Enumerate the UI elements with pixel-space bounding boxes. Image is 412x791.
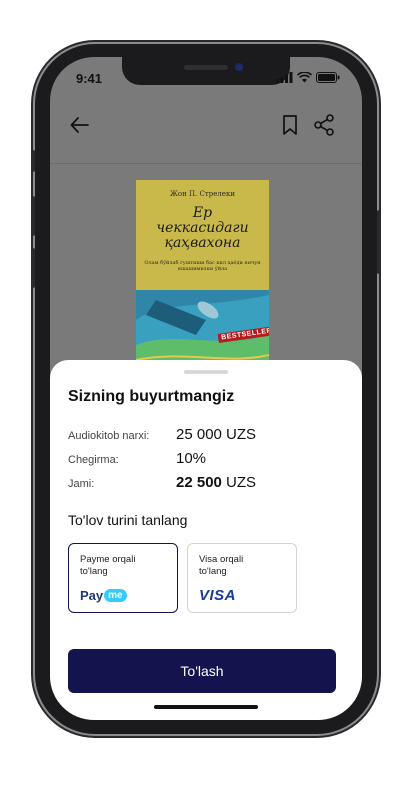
battery-icon	[316, 72, 340, 83]
status-time: 9:41	[76, 71, 103, 86]
order-title: Sizning buyurtmangiz	[68, 388, 235, 405]
total-label: Jami:	[68, 478, 95, 490]
book-title-line-1: Ер	[192, 205, 213, 221]
price-value: 25 000 UZS	[176, 426, 257, 443]
screen: 9:41 Жон П. Стрелеки Ер чеккасидаги қаҳв…	[50, 57, 362, 720]
total-amount: 22 500	[176, 474, 222, 491]
mute-switch	[31, 150, 35, 172]
sheet-grabber[interactable]	[184, 370, 228, 374]
payme-label-line-1: Payme orqali	[80, 554, 136, 565]
payme-logo-pill: me	[104, 589, 127, 602]
status-icons	[276, 72, 340, 83]
total-row: Jami: 22 500 UZS	[68, 474, 348, 494]
signal-icon	[276, 72, 293, 83]
payment-section-title: To'lov turini tanlang	[68, 512, 188, 528]
visa-label-line-2: to'lang	[199, 566, 227, 577]
price-label: Audiokitob narxi:	[68, 430, 150, 442]
share-icon[interactable]	[312, 113, 336, 137]
payme-logo: Pay me	[80, 588, 127, 603]
book-cover: Жон П. Стрелеки Ер чеккасидаги қаҳвахона…	[136, 180, 269, 370]
visa-option-card[interactable]: Visa orqali to'lang VISA	[187, 543, 297, 613]
book-title: Ер чеккасидаги қаҳвахона	[136, 206, 269, 251]
home-indicator	[154, 705, 258, 709]
order-bottom-sheet: Sizning buyurtmangiz Audiokitob narxi: 2…	[50, 360, 362, 720]
discount-value: 10%	[176, 450, 207, 467]
book-author: Жон П. Стрелеки	[169, 190, 235, 198]
visa-logo: VISA	[199, 587, 237, 604]
payme-option-card[interactable]: Payme orqali to'lang Pay me	[68, 543, 178, 613]
bookmark-icon[interactable]	[278, 113, 302, 137]
discount-row: Chegirma: 10%	[68, 450, 348, 470]
volume-up-button	[31, 196, 35, 236]
visa-option-label: Visa orqali to'lang	[199, 554, 243, 578]
book-title-line-3: қаҳвахона	[164, 235, 241, 251]
payme-logo-text: Pay	[80, 588, 104, 603]
total-value: 22 500 UZS	[176, 474, 256, 491]
payme-option-label: Payme orqali to'lang	[80, 554, 135, 578]
app-header	[50, 97, 362, 164]
wifi-icon	[297, 72, 312, 83]
book-subtitle: Олам бўйлаб гуштиши бас кил ҳаёди ничун …	[144, 260, 261, 272]
volume-down-button	[31, 248, 35, 288]
power-button	[377, 210, 381, 274]
pay-button[interactable]: To'lash	[68, 649, 336, 693]
total-currency: UZS	[221, 474, 257, 491]
status-bar: 9:41	[50, 57, 362, 97]
arrow-left-icon[interactable]	[68, 113, 92, 137]
payme-label-line-2: to'lang	[80, 566, 108, 577]
discount-label: Chegirma:	[68, 454, 119, 466]
book-title-line-2: чеккасидаги	[156, 220, 249, 236]
price-row: Audiokitob narxi: 25 000 UZS	[68, 426, 348, 446]
visa-label-line-1: Visa orqali	[199, 554, 244, 565]
